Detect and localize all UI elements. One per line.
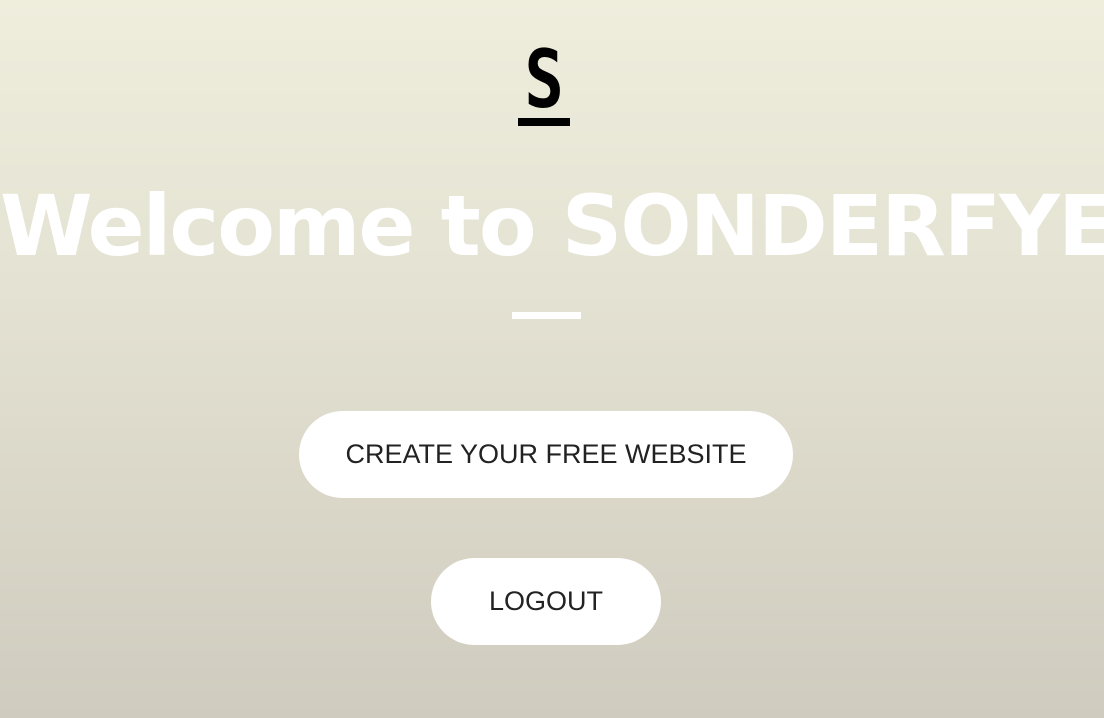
s-logo-icon: S xyxy=(524,33,564,126)
brand-logo: S xyxy=(517,33,571,128)
page-title: Welcome to SONDERFYE xyxy=(0,177,1104,275)
title-divider xyxy=(512,312,581,319)
create-website-button[interactable]: CREATE YOUR FREE WEBSITE xyxy=(299,411,793,498)
logout-button[interactable]: LOGOUT xyxy=(431,558,661,645)
